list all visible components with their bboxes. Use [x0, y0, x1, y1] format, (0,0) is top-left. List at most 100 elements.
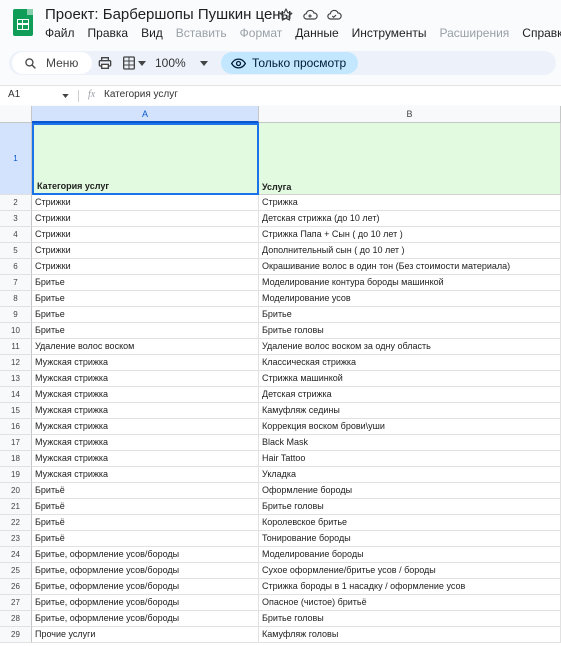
cell-b1[interactable]: Услуга	[259, 123, 561, 195]
menu-item[interactable]: Файл	[45, 26, 75, 40]
row-header[interactable]: 20	[0, 483, 32, 499]
cell-service[interactable]: Бритье головы	[259, 499, 561, 515]
paint-format-icon[interactable]	[121, 55, 137, 71]
formula-input[interactable]: Категория услуг	[104, 89, 178, 100]
name-box-chevron-down-icon[interactable]	[62, 94, 69, 98]
row-header[interactable]: 25	[0, 563, 32, 579]
row-header-1[interactable]: 1	[0, 123, 32, 195]
row-header[interactable]: 19	[0, 467, 32, 483]
cell-category[interactable]: Бритье	[32, 291, 259, 307]
row-header[interactable]: 28	[0, 611, 32, 627]
cell-category[interactable]: Стрижки	[32, 211, 259, 227]
cell-service[interactable]: Стрижка Папа + Сын ( до 10 лет )	[259, 227, 561, 243]
cell-category[interactable]: Бритьё	[32, 531, 259, 547]
cell-category[interactable]: Бритье, оформление усов/бороды	[32, 595, 259, 611]
menu-item[interactable]: Вставить	[176, 26, 227, 40]
row-header[interactable]: 22	[0, 515, 32, 531]
cell-service[interactable]: Удаление волос воском за одну область	[259, 339, 561, 355]
cell-service[interactable]: Камуфляж головы	[259, 627, 561, 643]
cell-category[interactable]: Мужская стрижка	[32, 371, 259, 387]
name-box[interactable]: A1	[8, 89, 20, 100]
row-header[interactable]: 8	[0, 291, 32, 307]
move-to-folder-icon[interactable]	[302, 7, 318, 23]
cell-category[interactable]: Мужская стрижка	[32, 451, 259, 467]
cell-category[interactable]: Бритьё	[32, 499, 259, 515]
search-menus-button[interactable]: Меню	[12, 52, 92, 74]
menu-item[interactable]: Расширения	[439, 26, 509, 40]
cell-service[interactable]: Моделирование контура бороды машинкой	[259, 275, 561, 291]
row-header[interactable]: 12	[0, 355, 32, 371]
cell-service[interactable]: Black Mask	[259, 435, 561, 451]
row-header[interactable]: 26	[0, 579, 32, 595]
chevron-down-icon[interactable]	[138, 61, 146, 66]
cell-category[interactable]: Мужская стрижка	[32, 355, 259, 371]
cell-service[interactable]: Коррекция воском брови\уши	[259, 419, 561, 435]
cell-category[interactable]: Прочие услуги	[32, 627, 259, 643]
row-header[interactable]: 4	[0, 227, 32, 243]
cell-category[interactable]: Бритьё	[32, 515, 259, 531]
row-header[interactable]: 10	[0, 323, 32, 339]
select-all-corner[interactable]	[0, 106, 32, 123]
cell-category[interactable]: Бритье	[32, 307, 259, 323]
row-header[interactable]: 23	[0, 531, 32, 547]
view-only-button[interactable]: Только просмотр	[221, 52, 358, 74]
row-header[interactable]: 21	[0, 499, 32, 515]
menu-item[interactable]: Правка	[88, 26, 129, 40]
row-header[interactable]: 13	[0, 371, 32, 387]
cell-category[interactable]: Мужская стрижка	[32, 387, 259, 403]
cell-service[interactable]: Hair Tattoo	[259, 451, 561, 467]
cell-category[interactable]: Стрижки	[32, 195, 259, 211]
column-header-a[interactable]: A	[32, 106, 259, 123]
cell-service[interactable]: Классическая стрижка	[259, 355, 561, 371]
cell-service[interactable]: Моделирование усов	[259, 291, 561, 307]
cell-service[interactable]: Стрижка машинкой	[259, 371, 561, 387]
cell-category[interactable]: Мужская стрижка	[32, 435, 259, 451]
cell-service[interactable]: Стрижка бороды в 1 насадку / оформление …	[259, 579, 561, 595]
row-header[interactable]: 6	[0, 259, 32, 275]
cell-service[interactable]: Дополнительный сын ( до 10 лет )	[259, 243, 561, 259]
row-header[interactable]: 3	[0, 211, 32, 227]
cell-service[interactable]: Окрашивание волос в один тон (Без стоимо…	[259, 259, 561, 275]
star-icon[interactable]	[278, 7, 294, 23]
zoom-select[interactable]: 100%	[155, 56, 186, 70]
cell-service[interactable]: Оформление бороды	[259, 483, 561, 499]
row-header[interactable]: 16	[0, 419, 32, 435]
cell-category[interactable]: Стрижки	[32, 227, 259, 243]
row-header[interactable]: 29	[0, 627, 32, 643]
cell-category[interactable]: Мужская стрижка	[32, 467, 259, 483]
cell-service[interactable]: Стрижка	[259, 195, 561, 211]
zoom-chevron-down-icon[interactable]	[200, 61, 208, 66]
cell-service[interactable]: Детская стрижка (до 10 лет)	[259, 211, 561, 227]
cell-category[interactable]: Мужская стрижка	[32, 403, 259, 419]
cell-category[interactable]: Бритье, оформление усов/бороды	[32, 611, 259, 627]
menu-item[interactable]: Инструменты	[352, 26, 427, 40]
row-header[interactable]: 18	[0, 451, 32, 467]
sheets-logo-icon[interactable]	[13, 9, 33, 36]
cell-service[interactable]: Королевское бритье	[259, 515, 561, 531]
cell-category[interactable]: Удаление волос воском	[32, 339, 259, 355]
row-header[interactable]: 24	[0, 547, 32, 563]
menu-item[interactable]: Формат	[240, 26, 283, 40]
row-header[interactable]: 15	[0, 403, 32, 419]
row-header[interactable]: 27	[0, 595, 32, 611]
row-header[interactable]: 9	[0, 307, 32, 323]
row-header[interactable]: 5	[0, 243, 32, 259]
menu-item[interactable]: Вид	[141, 26, 163, 40]
cell-service[interactable]: Бритье головы	[259, 323, 561, 339]
cell-category[interactable]: Бритье	[32, 323, 259, 339]
cell-category[interactable]: Стрижки	[32, 243, 259, 259]
cell-category[interactable]: Бритье, оформление усов/бороды	[32, 563, 259, 579]
cell-category[interactable]: Стрижки	[32, 259, 259, 275]
cell-service[interactable]: Сухое оформление/бритье усов / бороды	[259, 563, 561, 579]
row-header[interactable]: 2	[0, 195, 32, 211]
document-title[interactable]: Проект: Барбершопы Пушкин цены	[45, 6, 291, 23]
cloud-status-icon[interactable]	[326, 7, 342, 23]
cell-service[interactable]: Детская стрижка	[259, 387, 561, 403]
print-icon[interactable]	[97, 55, 113, 71]
cell-service[interactable]: Тонирование бороды	[259, 531, 561, 547]
cell-service[interactable]: Бритье головы	[259, 611, 561, 627]
cell-service[interactable]: Опасное (чистое) бритьё	[259, 595, 561, 611]
cell-service[interactable]: Укладка	[259, 467, 561, 483]
cell-service[interactable]: Моделирование бороды	[259, 547, 561, 563]
cell-a1[interactable]: Категория услуг	[32, 123, 259, 195]
